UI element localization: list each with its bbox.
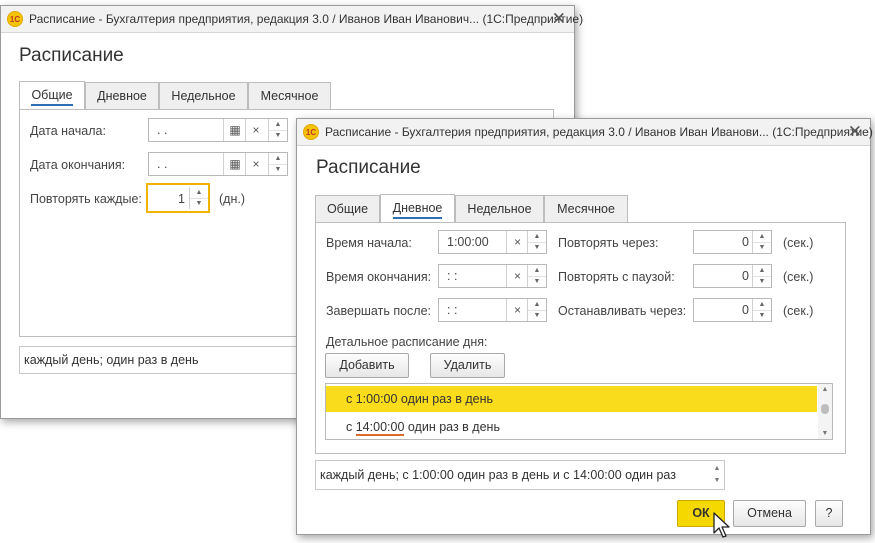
add-button[interactable]: Добавить: [325, 353, 409, 378]
back-titlebar: 1С Расписание - Бухгалтерия предприятия,…: [1, 6, 583, 33]
cancel-button[interactable]: Отмена: [733, 500, 806, 527]
finish-after-field[interactable]: : : × ▲ ▼: [438, 298, 547, 322]
repeat-label: Повторять каждые:: [30, 192, 142, 206]
spin-icon[interactable]: ▲ ▼: [268, 153, 287, 175]
start-date-label: Дата начала:: [30, 124, 106, 138]
spin-icon[interactable]: ▲ ▼: [527, 299, 546, 321]
spin-icon[interactable]: ▲ ▼: [752, 265, 771, 287]
stop-after-field[interactable]: 0 ▲ ▼: [693, 298, 772, 322]
unit-sec: (сек.): [783, 304, 814, 318]
tab-weekly[interactable]: Недельное: [455, 195, 544, 222]
detail-schedule-label: Детальное расписание дня:: [326, 335, 488, 349]
spin-icon[interactable]: ▲ ▼: [527, 231, 546, 253]
repeat-every-label: Повторять через:: [558, 236, 659, 250]
end-date-field[interactable]: . . ▦ × ▲ ▼: [148, 152, 288, 176]
front-summary: каждый день; с 1:00:00 один раз в день и…: [315, 460, 725, 490]
calendar-icon[interactable]: ▦: [223, 119, 246, 141]
repeat-days-field[interactable]: 1 ▲ ▼: [146, 183, 210, 213]
spin-icon[interactable]: ▲ ▼: [268, 119, 287, 141]
clear-icon[interactable]: ×: [245, 119, 266, 141]
tab-weekly[interactable]: Недельное: [159, 82, 248, 109]
tab-general[interactable]: Общие: [19, 81, 85, 110]
close-icon[interactable]: ✕: [848, 122, 862, 142]
mouse-cursor-icon: [713, 512, 730, 538]
list-item[interactable]: с 14:00:00 один раз в день: [326, 414, 817, 440]
front-titlebar: 1С Расписание - Бухгалтерия предприятия,…: [297, 119, 873, 146]
repeat-every-field[interactable]: 0 ▲ ▼: [693, 230, 772, 254]
back-heading: Расписание: [19, 45, 124, 66]
tab-daily[interactable]: Дневное: [85, 82, 159, 109]
1c-logo-icon: 1С: [303, 124, 319, 140]
unit-sec: (сек.): [783, 270, 814, 284]
start-date-field[interactable]: . . ▦ × ▲ ▼: [148, 118, 288, 142]
list-scrollbar[interactable]: ▲ ▼: [818, 384, 832, 439]
close-icon[interactable]: ✕: [552, 9, 566, 29]
front-window-title: Расписание - Бухгалтерия предприятия, ре…: [325, 125, 873, 139]
tab-daily[interactable]: Дневное: [380, 194, 455, 223]
help-button[interactable]: ?: [815, 500, 843, 527]
scroll-thumb[interactable]: [821, 404, 829, 414]
start-time-field[interactable]: 1:00:00 × ▲ ▼: [438, 230, 547, 254]
clear-icon[interactable]: ×: [245, 153, 266, 175]
clear-icon[interactable]: ×: [506, 299, 528, 321]
repeat-pause-field[interactable]: 0 ▲ ▼: [693, 264, 772, 288]
finish-after-label: Завершать после:: [326, 304, 432, 318]
repeat-pause-label: Повторять с паузой:: [558, 270, 675, 284]
tab-monthly[interactable]: Месячное: [248, 82, 331, 109]
stop-after-label: Останавливать через:: [558, 304, 687, 318]
front-heading: Расписание: [316, 157, 421, 178]
unit-sec: (сек.): [783, 236, 814, 250]
end-time-label: Время окончания:: [326, 270, 432, 284]
clear-icon[interactable]: ×: [506, 231, 528, 253]
list-item[interactable]: с 1:00:00 один раз в день: [326, 386, 817, 412]
tab-general[interactable]: Общие: [315, 195, 380, 222]
1c-logo-icon: 1С: [7, 11, 23, 27]
end-date-label: Дата окончания:: [30, 158, 126, 172]
spin-icon[interactable]: ▲ ▼: [752, 231, 771, 253]
end-time-field[interactable]: : : × ▲ ▼: [438, 264, 547, 288]
scroll-up-icon[interactable]: ▲: [818, 386, 832, 393]
repeat-unit: (дн.): [219, 192, 245, 206]
spin-icon[interactable]: ▲ ▼: [752, 299, 771, 321]
spin-icon[interactable]: ▲ ▼: [527, 265, 546, 287]
front-window: 1С Расписание - Бухгалтерия предприятия,…: [296, 118, 873, 535]
spin-icon[interactable]: ▲ ▼: [189, 187, 208, 209]
schedule-list: с 1:00:00 один раз в день с 14:00:00 оди…: [325, 383, 833, 440]
spin-icon[interactable]: ▲ ▼: [712, 463, 722, 487]
clear-icon[interactable]: ×: [506, 265, 528, 287]
delete-button[interactable]: Удалить: [430, 353, 505, 378]
tab-monthly[interactable]: Месячное: [544, 195, 628, 222]
start-time-label: Время начала:: [326, 236, 412, 250]
scroll-down-icon[interactable]: ▼: [818, 430, 832, 437]
calendar-icon[interactable]: ▦: [223, 153, 246, 175]
back-window-title: Расписание - Бухгалтерия предприятия, ре…: [29, 12, 584, 26]
back-summary: каждый день; один раз в день: [19, 346, 309, 374]
